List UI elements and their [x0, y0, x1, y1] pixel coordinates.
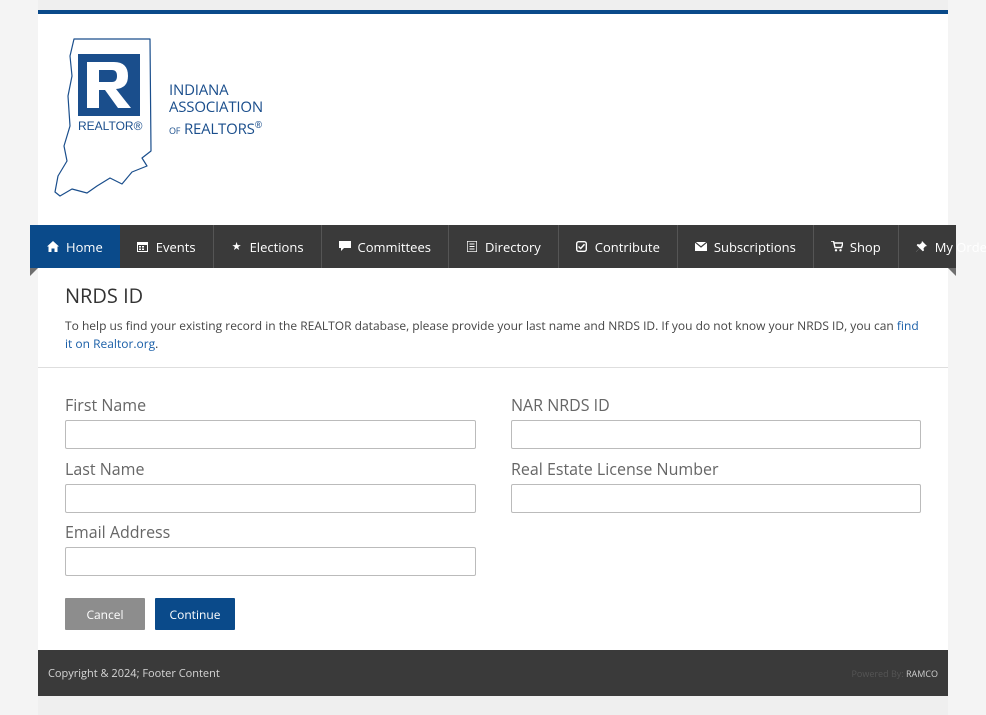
nav-item-committees[interactable]: Committees [322, 225, 449, 268]
nav-item-label: Committees [357, 237, 431, 256]
nav-item-label: Home [66, 237, 103, 256]
nav-ribbon-fold-right [948, 268, 956, 276]
nav-item-contribute[interactable]: Contribute [559, 225, 678, 268]
home-icon [47, 241, 59, 252]
intro-text: To help us find your existing record in … [65, 317, 925, 353]
nav-item-label: Events [155, 237, 196, 256]
first-name-label: First Name [65, 394, 147, 416]
license-number-input[interactable] [511, 484, 921, 513]
intro-body: To help us find your existing record in … [65, 317, 897, 334]
nav-item-label: Contribute [594, 237, 660, 256]
email-input[interactable] [65, 547, 476, 576]
logo-wordmark: INDIANA ASSOCIATION OF REALTORS® [169, 82, 263, 139]
last-name-label: Last Name [65, 458, 145, 480]
nav-item-directory[interactable]: Directory [449, 225, 559, 268]
envelope-icon [694, 242, 707, 251]
page-container: REALTOR® INDIANA ASSOCIATION OF REALTORS… [38, 10, 948, 696]
powered-by-brand[interactable]: RAMCO [906, 667, 938, 680]
nav-item-events[interactable]: Events [120, 225, 214, 268]
page-background-right [948, 0, 986, 715]
first-name-input[interactable] [65, 420, 476, 449]
logo-line-realtors: OF REALTORS® [169, 116, 263, 139]
star-icon: ★ [231, 239, 242, 254]
logo-line-of: OF [169, 124, 181, 137]
logo-line-realtors-text: REALTORS [183, 119, 255, 139]
svg-text:REALTOR®: REALTOR® [78, 119, 143, 133]
book-icon [466, 241, 478, 252]
nrds-id-input[interactable] [511, 420, 921, 449]
last-name-input[interactable] [65, 484, 476, 513]
pin-icon [916, 241, 928, 252]
cart-icon [830, 241, 843, 252]
continue-button[interactable]: Continue [155, 598, 235, 630]
footer-powered-by[interactable]: Powered By: RAMCO [852, 667, 938, 680]
nav-item-subscriptions[interactable]: Subscriptions [678, 225, 814, 268]
nav-item-label: Subscriptions [713, 237, 796, 256]
comment-icon [338, 241, 351, 252]
nav-item-my-orders[interactable]: My Orders [899, 225, 986, 268]
nav-item-label: Directory [484, 237, 541, 256]
logo-reg-mark: ® [254, 118, 263, 131]
page-background-left [0, 0, 38, 715]
logo-line-association: ASSOCIATION [169, 97, 263, 117]
nav-item-label: Shop [849, 237, 881, 256]
nav-ribbon-fold-left [30, 268, 38, 276]
license-number-label: Real Estate License Number [511, 458, 719, 480]
page-title: NRDS ID [65, 282, 144, 309]
main-nav: Home Events ★ Elections Committees Direc… [30, 225, 986, 268]
intro-end: . [155, 335, 159, 352]
nav-item-elections[interactable]: ★ Elections [214, 225, 322, 268]
email-label: Email Address [65, 521, 171, 543]
section-divider [38, 367, 948, 368]
nav-item-label: My Orders [934, 237, 986, 256]
nav-item-shop[interactable]: Shop [814, 225, 899, 268]
powered-by-prefix: Powered By: [851, 667, 904, 680]
nav-item-label: Elections [249, 237, 304, 256]
footer-copyright: Copyright & 2024; Footer Content [48, 666, 220, 681]
nrds-id-label: NAR NRDS ID [511, 394, 610, 416]
site-logo[interactable]: REALTOR® INDIANA ASSOCIATION OF REALTORS… [52, 36, 272, 201]
cancel-button[interactable]: Cancel [65, 598, 145, 630]
site-footer: Copyright & 2024; Footer Content Powered… [38, 650, 948, 696]
nav-item-home[interactable]: Home [30, 225, 120, 268]
check-icon [576, 241, 588, 252]
calendar-icon [137, 241, 149, 252]
